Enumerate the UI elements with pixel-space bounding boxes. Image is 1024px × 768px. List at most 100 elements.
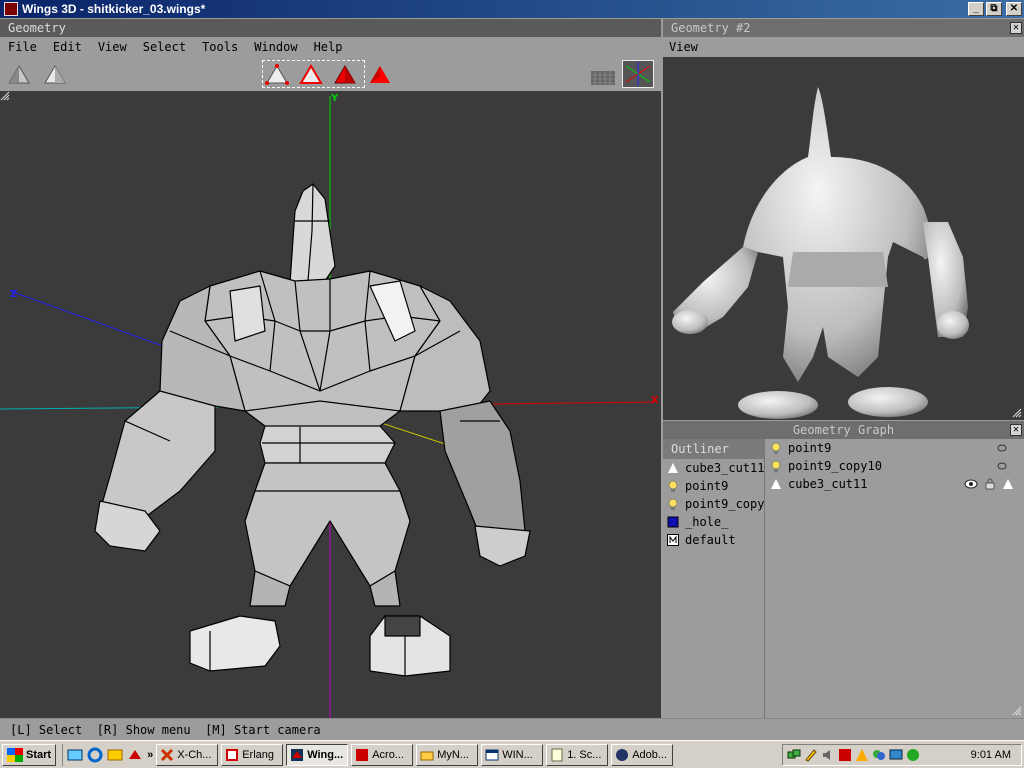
adobe-icon xyxy=(616,748,629,761)
document-pencil-icon xyxy=(551,748,563,761)
windows-logo-icon xyxy=(7,747,23,762)
restore-button[interactable]: ⧉ xyxy=(986,2,1002,16)
menu-window[interactable]: Window xyxy=(246,37,305,57)
geometry-panel-header[interactable]: Geometry xyxy=(0,19,661,37)
x-chat-icon xyxy=(161,748,174,761)
edge-select-mode-icon[interactable] xyxy=(298,63,324,87)
start-button[interactable]: Start xyxy=(2,743,57,766)
status-hint-text: [L] Select [R] Show menu [M] Start camer… xyxy=(10,723,321,737)
preview-menu-view[interactable]: View xyxy=(669,40,698,54)
antivirus-icon[interactable] xyxy=(838,748,852,762)
taskbar-item[interactable]: 1. Sc... xyxy=(546,743,609,766)
smooth-shading-icon[interactable] xyxy=(6,63,32,87)
menu-help[interactable]: Help xyxy=(306,37,351,57)
menu-file[interactable]: File xyxy=(0,37,45,57)
outlook-icon[interactable] xyxy=(107,747,123,763)
vertex-select-mode-icon[interactable] xyxy=(264,63,290,87)
preview-resize-grip-icon[interactable] xyxy=(1012,408,1022,418)
clock[interactable]: 9:01 AM xyxy=(971,749,1017,761)
wings-3d-icon xyxy=(291,748,304,761)
update-icon[interactable] xyxy=(906,748,920,762)
system-tray: 9:01 AM xyxy=(782,744,1022,766)
status-bar: [L] Select [R] Show menu [M] Start camer… xyxy=(0,718,1024,740)
character-mesh xyxy=(94,183,531,677)
light-bulb-icon xyxy=(668,480,678,492)
taskbar-item[interactable]: Acro... xyxy=(351,743,414,766)
winamp-icon[interactable] xyxy=(855,748,869,762)
taskbar-item[interactable]: X-Ch... xyxy=(156,743,219,766)
taskbar-item-active[interactable]: Wing... xyxy=(286,743,349,766)
close-window-button[interactable]: ✕ xyxy=(1006,2,1022,16)
show-desktop-icon[interactable] xyxy=(67,747,83,763)
light-bulb-icon xyxy=(668,498,678,510)
wire-toggle-icon[interactable] xyxy=(996,442,1008,454)
preview-panel-header[interactable]: Geometry #2 ✕ xyxy=(663,19,1024,37)
model-wireframe-view: Y Z X xyxy=(0,93,659,718)
quick-launch: » xyxy=(62,743,153,766)
outliner-item[interactable]: default xyxy=(663,531,764,549)
outliner-item[interactable]: point9_copy1 xyxy=(663,495,764,513)
close-preview-panel-button[interactable]: ✕ xyxy=(1010,22,1022,34)
outliner-header: Outliner xyxy=(663,439,764,459)
smooth-preview-viewport[interactable] xyxy=(663,57,1024,420)
graph-item[interactable]: cube3_cut11 xyxy=(766,475,1024,493)
menu-select[interactable]: Select xyxy=(135,37,194,57)
speaker-icon[interactable] xyxy=(821,748,835,762)
geometry-graph-title: Geometry Graph xyxy=(792,423,895,437)
x-axis-label: X xyxy=(651,395,659,406)
window-icon xyxy=(485,749,499,760)
taskbar-item[interactable]: MyN... xyxy=(416,743,479,766)
messenger-icon[interactable] xyxy=(872,748,886,762)
outliner-item[interactable]: cube3_cut11 xyxy=(663,459,764,477)
light-bulb-icon xyxy=(771,460,781,472)
face-select-mode-icon[interactable] xyxy=(332,63,358,87)
geometry-graph-list: point9 point9_copy10 cube3_cut11 xyxy=(766,439,1024,718)
triangle-icon xyxy=(668,463,678,473)
light-bulb-icon xyxy=(771,442,781,454)
show-axes-toggle-icon[interactable] xyxy=(622,60,654,88)
y-axis-label: Y xyxy=(330,93,339,104)
window-controls: _ ⧉ ✕ xyxy=(968,2,1022,16)
taskbar-item[interactable]: Erlang xyxy=(221,743,284,766)
outliner-item[interactable]: point9 xyxy=(663,477,764,495)
close-geometry-graph-button[interactable]: ✕ xyxy=(1010,424,1022,436)
outliner-item[interactable]: _hole_ xyxy=(663,513,764,531)
more-quick-launch-icon[interactable]: » xyxy=(147,749,153,761)
material-m-icon xyxy=(667,534,679,546)
viewport-resize-grip-icon[interactable] xyxy=(0,91,10,101)
geometry-toolbar xyxy=(0,57,661,91)
internet-explorer-icon[interactable] xyxy=(87,747,103,763)
geometry-graph-header[interactable]: Geometry Graph ✕ xyxy=(663,421,1024,439)
smooth-preview-render xyxy=(672,87,969,419)
minimize-button[interactable]: _ xyxy=(968,2,984,16)
wire-toggle-icon[interactable] xyxy=(996,460,1008,472)
flat-shading-icon[interactable] xyxy=(42,63,68,87)
pencil-tray-icon[interactable] xyxy=(804,748,818,762)
ground-grid-toggle-icon[interactable] xyxy=(590,63,616,87)
material-swatch-icon xyxy=(667,516,679,528)
lock-icon[interactable] xyxy=(984,478,996,490)
acrobat-icon xyxy=(356,748,369,761)
object-select-mode-icon[interactable] xyxy=(367,63,393,87)
taskbar-item[interactable]: Adob... xyxy=(611,743,674,766)
menu-tools[interactable]: Tools xyxy=(194,37,246,57)
menu-edit[interactable]: Edit xyxy=(45,37,90,57)
graph-resize-grip-icon[interactable] xyxy=(1012,706,1022,716)
visibility-eye-icon[interactable] xyxy=(964,478,978,490)
graph-item[interactable]: point9_copy10 xyxy=(766,457,1024,475)
app-shortcut-icon[interactable] xyxy=(127,747,143,763)
preview-panel-title: Geometry #2 xyxy=(671,21,751,35)
geometry-panel-title: Geometry xyxy=(8,21,66,35)
graph-item[interactable]: point9 xyxy=(766,439,1024,457)
outliner-panel: Outliner cube3_cut11 point9 point9_copy1… xyxy=(663,439,765,718)
network-icon[interactable] xyxy=(787,748,801,762)
preview-menubar: View xyxy=(663,37,1024,57)
display-settings-icon[interactable] xyxy=(889,748,903,762)
triangle-icon xyxy=(771,479,781,489)
menu-view[interactable]: View xyxy=(90,37,135,57)
geometry-viewport[interactable]: Y Z X xyxy=(0,91,661,718)
z-axis-label: Z xyxy=(10,289,17,300)
window-title: Wings 3D - shitkicker_03.wings* xyxy=(22,2,206,16)
taskbar-item[interactable]: WIN... xyxy=(481,743,544,766)
wireframe-triangle-icon[interactable] xyxy=(1002,478,1014,490)
